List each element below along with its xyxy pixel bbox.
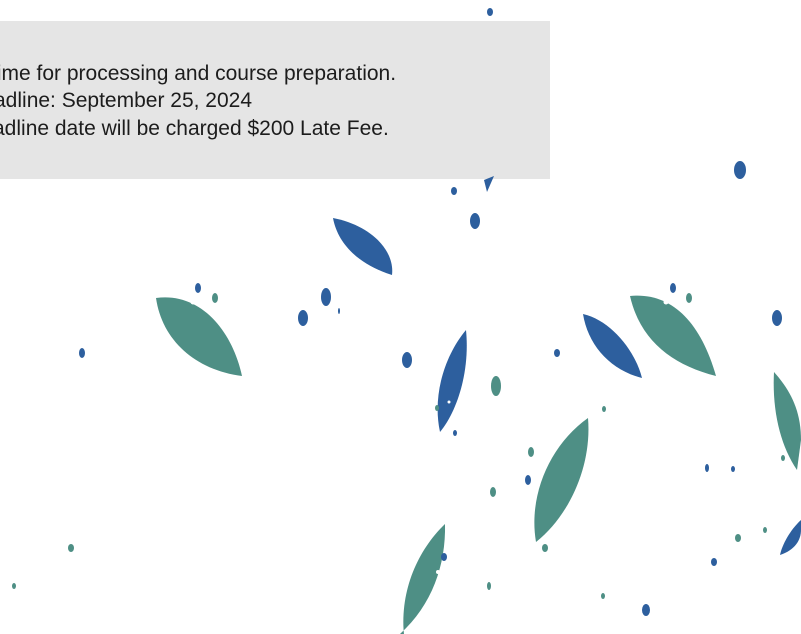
dot-blue — [705, 464, 709, 472]
highlight-dot — [447, 400, 451, 404]
leaf-blue-4 — [484, 176, 494, 192]
dot-teal — [602, 406, 606, 412]
dot-blue — [453, 430, 457, 436]
dot-blue — [298, 310, 308, 326]
dot-blue — [731, 466, 735, 472]
dot-blue — [734, 161, 746, 179]
dot-teal — [542, 544, 548, 552]
dot-blue — [525, 475, 531, 485]
leaf-blue-5 — [780, 520, 801, 555]
dot-teal — [686, 293, 692, 303]
dot-teal — [338, 308, 340, 314]
highlight-dot — [190, 299, 196, 305]
highlight-dot — [663, 299, 669, 305]
dot-teal — [435, 405, 439, 411]
leaf-teal-4 — [400, 524, 446, 634]
dot-blue — [321, 288, 331, 306]
dot-blue — [79, 348, 85, 358]
dot-blue — [195, 283, 201, 293]
leaf-blue-2 — [437, 330, 467, 432]
dot-teal — [735, 534, 741, 542]
dot-teal — [68, 544, 74, 552]
leaf-teal-3 — [534, 418, 589, 542]
dot-blue — [772, 310, 782, 326]
dot-teal — [12, 583, 16, 589]
dot-blue — [451, 187, 457, 195]
dot-teal — [491, 376, 501, 396]
leaf-teal-2 — [630, 295, 716, 376]
dot-blue — [402, 352, 412, 368]
leaf-blue-1 — [333, 218, 393, 275]
dot-teal — [528, 447, 534, 457]
dot-teal — [212, 293, 218, 303]
leaf-blue-3 — [583, 314, 642, 378]
highlight-dot — [436, 570, 440, 574]
dot-teal — [601, 593, 605, 599]
dot-blue — [554, 349, 560, 357]
dot-teal — [763, 527, 767, 533]
dot-teal — [487, 582, 491, 590]
dot-blue — [441, 553, 447, 561]
dot-teal — [781, 455, 785, 461]
dot-teal — [490, 487, 496, 497]
leaf-decoration — [12, 8, 801, 634]
dot-blue — [670, 283, 676, 293]
dot-blue — [711, 558, 717, 566]
leaf-teal-5 — [773, 372, 801, 470]
dot-blue — [470, 213, 480, 229]
dot-blue — [642, 604, 650, 616]
dot-blue — [487, 8, 493, 16]
leaf-teal-1 — [156, 297, 242, 376]
